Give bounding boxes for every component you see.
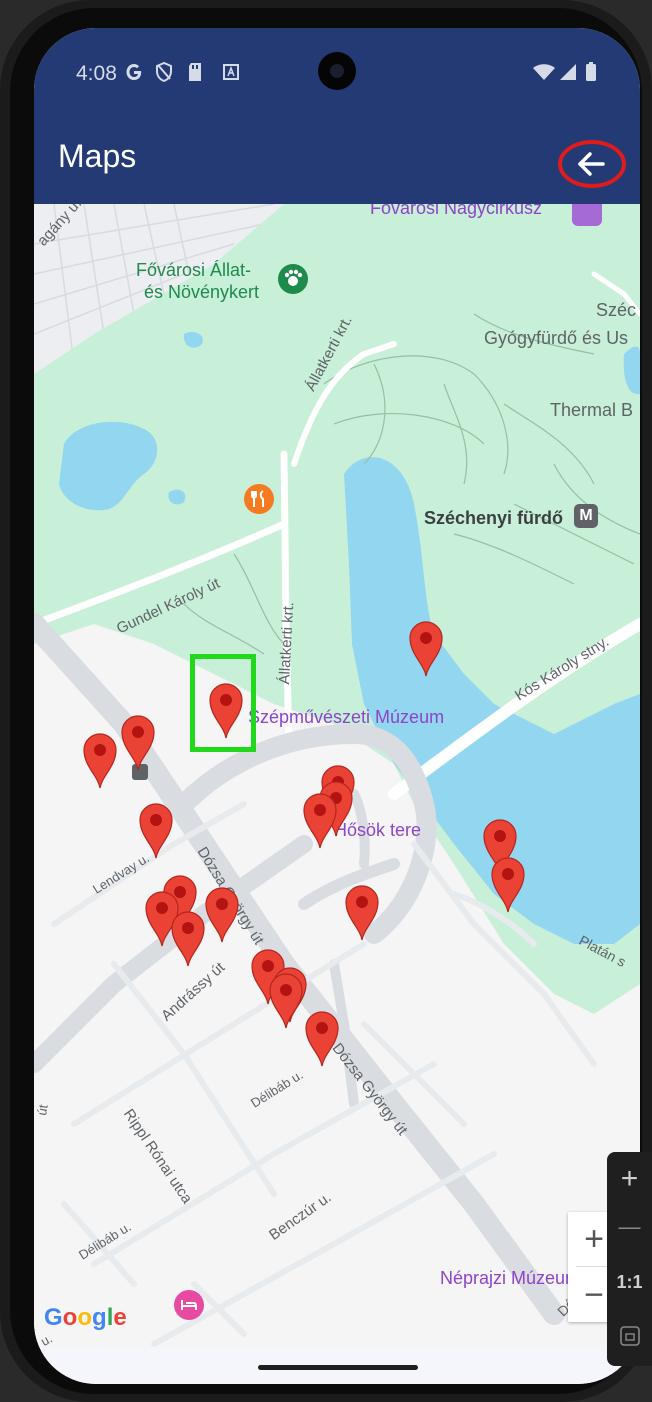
emulator-ratio-button[interactable]: 1:1	[607, 1272, 652, 1293]
restaurant-poi-icon[interactable]	[244, 484, 274, 514]
map-marker[interactable]	[486, 854, 530, 914]
device-screen: 4:08 Maps M Fővárosi Nagycirkusz Főváros…	[34, 28, 640, 1384]
metro-station-icon[interactable]: M	[574, 504, 598, 528]
label-thermal: Thermal B	[550, 400, 634, 420]
map-marker[interactable]	[166, 908, 210, 968]
map-marker[interactable]	[300, 1008, 344, 1068]
emulator-zoom-in-button[interactable]: +	[607, 1162, 652, 1196]
emulator-fit-button[interactable]	[607, 1324, 652, 1353]
google-logo-letter: g	[92, 1304, 107, 1331]
fit-screen-icon	[619, 1326, 640, 1346]
phone-bezel: 4:08 Maps M Fővárosi Nagycirkusz Főváros…	[10, 8, 642, 1394]
label-museum-fine-arts: Szépművészeti Múzeum	[248, 707, 445, 727]
map-marker[interactable]	[134, 800, 178, 860]
selected-marker-highlight	[190, 654, 256, 752]
label-circus: Fővárosi Nagycirkusz	[370, 204, 543, 218]
gesture-handle[interactable]	[258, 1365, 418, 1370]
back-button[interactable]	[558, 140, 626, 188]
wifi-icon	[533, 64, 555, 80]
status-time: 4:08	[76, 62, 117, 85]
map-marker[interactable]	[78, 730, 122, 790]
google-logo: Google	[44, 1304, 127, 1332]
app-bar: Maps	[34, 120, 640, 204]
phone-frame: 4:08 Maps M Fővárosi Nagycirkusz Főváros…	[0, 0, 652, 1402]
cell-signal-icon	[560, 64, 576, 80]
map-view[interactable]: M Fővárosi Nagycirkusz Fővárosi Állat- é…	[34, 204, 640, 1347]
map-marker[interactable]	[404, 618, 448, 678]
zoo-poi-icon[interactable]	[278, 264, 308, 294]
arrow-left-icon	[578, 152, 605, 176]
sd-card-status-icon	[189, 63, 201, 81]
front-camera	[318, 52, 356, 90]
label-spa-partial1: Széc	[596, 300, 637, 320]
label-zoo-line1: Fővárosi Állat-	[136, 260, 252, 280]
label-zoo-line2: és Növénykert	[144, 282, 260, 302]
emulator-toolbar: + — 1:1	[607, 1152, 652, 1366]
map-marker[interactable]	[116, 712, 160, 772]
status-bar: 4:08	[34, 28, 640, 120]
google-logo-letter: e	[113, 1304, 127, 1331]
shield-status-icon	[156, 61, 172, 83]
google-logo-letter: G	[44, 1304, 63, 1331]
emulator-zoom-out-button[interactable]: —	[607, 1214, 652, 1240]
label-left-partial1: út	[34, 1103, 51, 1117]
metro-badge-label: M	[579, 507, 593, 524]
google-status-icon	[126, 64, 142, 80]
hotel-poi-icon[interactable]	[174, 1290, 204, 1320]
map-marker[interactable]	[298, 790, 342, 850]
google-logo-letter: o	[62, 1304, 78, 1331]
gesture-nav-area	[34, 1347, 640, 1384]
battery-icon	[586, 62, 596, 81]
label-spa-partial2: Gyógyfürdő és Us	[484, 328, 629, 348]
a-status-icon	[223, 64, 239, 80]
label-ethnography: Néprajzi Múzeum	[440, 1268, 581, 1288]
page-title: Maps	[58, 138, 137, 174]
google-logo-letter: o	[77, 1304, 93, 1331]
label-szechenyi-furdo: Széchenyi fürdő	[424, 508, 564, 528]
circus-poi-icon[interactable]	[572, 204, 602, 226]
map-marker[interactable]	[340, 882, 384, 942]
